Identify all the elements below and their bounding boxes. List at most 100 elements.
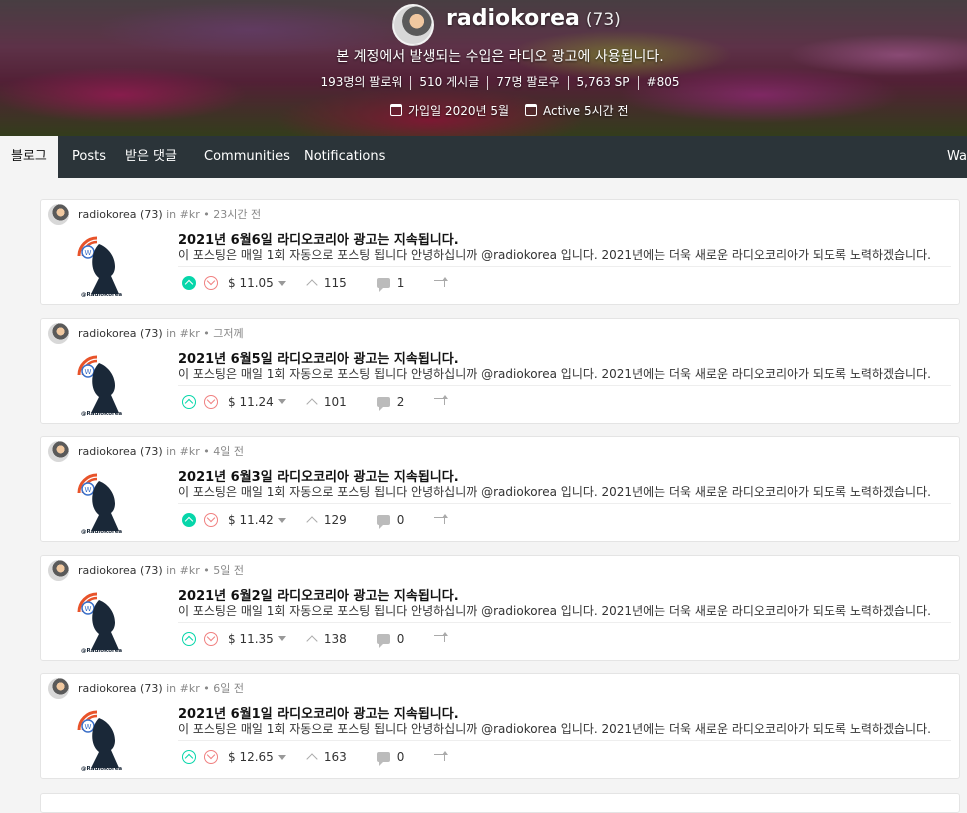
tab-communities[interactable]: Communities <box>204 136 290 178</box>
profile-meta: 가입일 2020년 5월 Active 5시간 전 <box>390 102 629 119</box>
profile-cover: radiokorea (73) 본 계정에서 발생되는 수입은 라디오 광고에 사… <box>0 0 967 136</box>
author-avatar[interactable] <box>48 322 69 344</box>
reblog-icon[interactable] <box>434 395 449 405</box>
post-thumbnail[interactable]: W @RadioKorea <box>65 230 137 298</box>
post-payout[interactable]: $ 12.65 <box>228 750 274 764</box>
posts-count: 510 게시글 <box>419 75 480 89</box>
upvote-icon[interactable] <box>182 631 196 646</box>
comment-icon[interactable] <box>376 633 390 648</box>
chevron-down-icon[interactable] <box>277 399 286 404</box>
followers-link[interactable]: 193명의 팔로워 <box>320 75 402 89</box>
in-label: in <box>166 326 177 340</box>
tab-notifications[interactable]: Notifications <box>304 136 385 178</box>
chevron-down-icon[interactable] <box>277 636 286 641</box>
post-excerpt[interactable]: 이 포스팅은 매일 1회 자동으로 포스팅 됩니다 안녕하십니까 @radiok… <box>178 483 953 500</box>
post-thumbnail[interactable]: W @RadioKorea <box>65 349 137 417</box>
comment-count[interactable]: 0 <box>397 750 405 764</box>
profile-username: radiokorea (73) <box>446 6 621 31</box>
reblog-icon[interactable] <box>434 276 449 287</box>
downvote-icon[interactable] <box>204 631 218 646</box>
post-thumbnail[interactable]: W @RadioKorea <box>65 586 137 654</box>
comment-count[interactable]: 0 <box>397 632 405 646</box>
card-divider <box>178 503 951 504</box>
tab-replies[interactable]: 받은 댓글 <box>125 136 177 178</box>
votes-chevron-icon <box>306 279 318 291</box>
downvote-icon[interactable] <box>204 276 218 290</box>
comment-icon[interactable] <box>376 396 390 411</box>
tab-posts[interactable]: Posts <box>72 136 106 178</box>
post-time[interactable]: 6일 전 <box>213 682 244 695</box>
joined-info: 가입일 2020년 5월 <box>390 102 509 119</box>
post-excerpt[interactable]: 이 포스팅은 매일 1회 자동으로 포스팅 됩니다 안녕하십니까 @radiok… <box>178 602 953 619</box>
author-link[interactable]: radiokorea (73) <box>78 564 163 577</box>
post-payout[interactable]: $ 11.05 <box>228 276 274 290</box>
upvote-icon[interactable] <box>182 750 196 764</box>
separator-dot: • <box>203 682 210 695</box>
calendar-icon <box>390 104 402 116</box>
svg-text:W: W <box>85 368 92 376</box>
post-excerpt[interactable]: 이 포스팅은 매일 1회 자동으로 포스팅 됩니다 안녕하십니까 @radiok… <box>178 365 953 382</box>
post-payout[interactable]: $ 11.42 <box>228 513 274 527</box>
downvote-icon[interactable] <box>204 394 218 409</box>
post-payout[interactable]: $ 11.35 <box>228 632 274 646</box>
post-actions: $ 11.24 101 2 <box>182 393 449 411</box>
vote-count[interactable]: 129 <box>324 513 347 527</box>
post-byline: radiokorea (73) in #kr • 23시간 전 <box>78 206 261 222</box>
upvote-icon[interactable] <box>182 513 196 527</box>
active-text: Active 5시간 전 <box>543 104 629 118</box>
author-link[interactable]: radiokorea (73) <box>78 445 163 458</box>
tab-wallet[interactable]: Wa <box>947 136 967 178</box>
vote-count[interactable]: 115 <box>324 276 347 290</box>
downvote-icon[interactable] <box>204 750 218 764</box>
comment-icon[interactable] <box>376 752 390 766</box>
post-byline: radiokorea (73) in #kr • 6일 전 <box>78 680 244 696</box>
tag-link[interactable]: #kr <box>180 445 200 458</box>
chevron-down-icon[interactable] <box>277 517 286 523</box>
post-time[interactable]: 23시간 전 <box>213 208 261 221</box>
author-avatar[interactable] <box>48 559 69 581</box>
author-avatar[interactable] <box>48 678 69 699</box>
tag-link[interactable]: #kr <box>180 208 200 221</box>
svg-text:W: W <box>85 249 92 257</box>
vote-count[interactable]: 101 <box>324 395 347 409</box>
vote-count[interactable]: 163 <box>324 750 347 764</box>
profile-avatar[interactable] <box>392 4 434 46</box>
reblog-icon[interactable] <box>434 750 449 761</box>
comment-count[interactable]: 0 <box>397 513 405 527</box>
upvote-icon[interactable] <box>182 394 196 409</box>
tab-blog[interactable]: 블로그 <box>0 136 58 178</box>
tag-link[interactable]: #kr <box>180 327 200 340</box>
post-excerpt[interactable]: 이 포스팅은 매일 1회 자동으로 포스팅 됩니다 안녕하십니까 @radiok… <box>178 720 953 737</box>
comment-count[interactable]: 1 <box>397 276 405 290</box>
reblog-icon[interactable] <box>434 632 449 642</box>
votes-chevron-icon <box>306 753 318 765</box>
chevron-down-icon[interactable] <box>277 754 286 760</box>
post-excerpt[interactable]: 이 포스팅은 매일 1회 자동으로 포스팅 됩니다 안녕하십니까 @radiok… <box>178 246 953 263</box>
chevron-down-icon[interactable] <box>277 280 286 286</box>
post-time[interactable]: 그저께 <box>213 327 243 340</box>
post-time[interactable]: 5일 전 <box>213 564 244 577</box>
reblog-icon[interactable] <box>434 513 449 524</box>
post-thumbnail[interactable]: W @RadioKorea <box>65 704 137 772</box>
post-time[interactable]: 4일 전 <box>213 445 244 458</box>
post-actions: $ 11.35 138 0 <box>182 630 449 648</box>
post-payout[interactable]: $ 11.24 <box>228 395 274 409</box>
in-label: in <box>166 563 177 577</box>
post-thumbnail[interactable]: W @RadioKorea <box>65 467 137 535</box>
author-link[interactable]: radiokorea (73) <box>78 682 163 695</box>
comment-icon[interactable] <box>376 278 390 292</box>
author-link[interactable]: radiokorea (73) <box>78 208 163 221</box>
thumbnail-caption: @RadioKorea <box>81 529 122 535</box>
following-link[interactable]: 77명 팔로우 <box>496 75 559 89</box>
comment-icon[interactable] <box>376 515 390 529</box>
upvote-icon[interactable] <box>182 276 196 290</box>
tag-link[interactable]: #kr <box>180 682 200 695</box>
tag-link[interactable]: #kr <box>180 564 200 577</box>
joined-text: 가입일 2020년 5월 <box>408 104 510 118</box>
comment-count[interactable]: 2 <box>397 395 405 409</box>
vote-count[interactable]: 138 <box>324 632 347 646</box>
downvote-icon[interactable] <box>204 513 218 527</box>
author-avatar[interactable] <box>48 441 69 462</box>
author-link[interactable]: radiokorea (73) <box>78 327 163 340</box>
author-avatar[interactable] <box>48 204 69 225</box>
